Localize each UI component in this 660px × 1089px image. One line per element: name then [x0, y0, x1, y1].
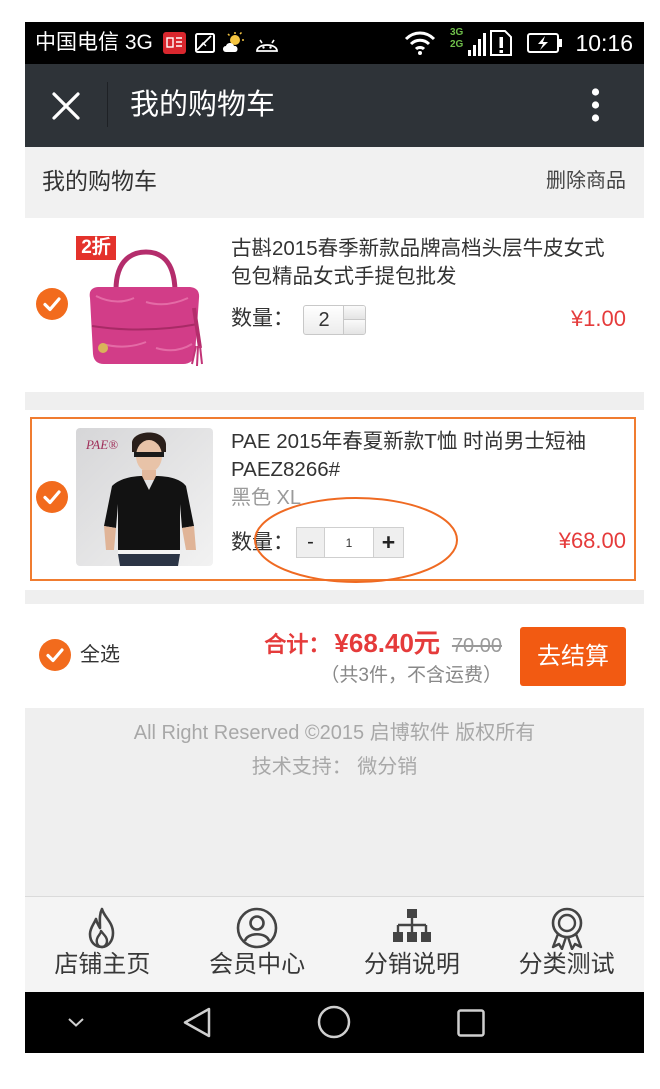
quantity-label: 数量：: [231, 307, 294, 330]
org-chart-icon: [392, 909, 431, 942]
nav-item-distribution-info[interactable]: 分销说明: [335, 897, 490, 992]
title-divider: [107, 82, 108, 127]
more-vertical-icon[interactable]: [591, 88, 600, 122]
item-checkbox[interactable]: [36, 481, 68, 513]
nav-item-member-center[interactable]: 会员中心: [180, 897, 335, 992]
wifi-icon: [404, 31, 436, 55]
product-variant: 黑色 XL: [231, 487, 302, 509]
item-price: ¥68.00: [558, 528, 626, 553]
award-icon: [551, 907, 582, 950]
back-icon[interactable]: [183, 1007, 211, 1038]
sim-alert-icon: [490, 30, 512, 56]
bottom-nav: 店铺主页 会员中心 分销说明 分类测试: [25, 896, 644, 992]
select-all-label[interactable]: 全选: [80, 641, 120, 669]
delete-items-button[interactable]: 删除商品: [546, 147, 626, 215]
checkout-button[interactable]: 去结算: [520, 627, 626, 686]
nav-label: 会员中心: [209, 951, 306, 978]
product-title[interactable]: 古斟2015春季新款品牌高档头层牛皮女式包包精品女式手提包批发: [231, 235, 615, 291]
battery-charging-icon: [527, 33, 562, 53]
quantity-label: 数量：: [231, 531, 294, 554]
chevron-down-icon[interactable]: [68, 1018, 84, 1027]
quantity-input[interactable]: [304, 306, 344, 334]
item-checkbox[interactable]: [36, 288, 68, 320]
support-text: 技术支持： 微分销: [251, 756, 418, 778]
nav-label: 分销说明: [363, 951, 460, 978]
footer: All Right Reserved ©2015 启博软件 版权所有 技术支持：…: [25, 708, 644, 896]
copyright-text: All Right Reserved ©2015 启博软件 版权所有: [133, 722, 536, 744]
status-bar: 中国电信 3G 3G 2G 10:16: [25, 22, 644, 64]
network-primary-label: 3G: [450, 27, 464, 38]
nav-item-shop-home[interactable]: 店铺主页: [25, 897, 180, 992]
gallery-icon: [195, 33, 215, 53]
android-icon: [256, 39, 278, 52]
network-secondary-label: 2G: [450, 39, 464, 50]
quantity-spinner: [303, 305, 366, 335]
cart-header: 我的购物车 删除商品: [25, 147, 644, 218]
user-circle-icon: [236, 907, 278, 949]
clock: 10:16: [575, 30, 633, 56]
total-label: 合计：: [264, 632, 331, 657]
close-icon[interactable]: [52, 92, 80, 120]
nav-item-category-test[interactable]: 分类测试: [489, 897, 644, 992]
quantity-input[interactable]: [324, 527, 374, 558]
page-title: 我的购物车: [130, 89, 276, 121]
decrement-button[interactable]: -: [296, 527, 324, 558]
product-image[interactable]: PAE®: [76, 428, 213, 566]
system-nav-bar: [25, 992, 644, 1053]
increment-button[interactable]: [344, 306, 365, 320]
nav-label: 店铺主页: [54, 951, 151, 978]
item-price: ¥1.00: [570, 306, 626, 331]
quantity-stepper: - +: [296, 527, 404, 558]
total-note: （共3件，不含运费）: [320, 665, 502, 686]
signal-icon: [468, 33, 486, 56]
total-amount: ¥68.40元: [334, 628, 440, 658]
select-all-checkbox[interactable]: [39, 639, 71, 671]
increment-button[interactable]: +: [374, 527, 404, 558]
title-bar: 我的购物车: [25, 64, 644, 147]
carrier-label: 中国电信 3G: [35, 31, 153, 54]
nav-label: 分类测试: [518, 951, 615, 978]
cart-item: PAE® PAE 2015年春夏新款T恤 时尚男士短袖 PAEZ8266# 黑色…: [25, 410, 644, 590]
spin-buttons: [343, 306, 365, 334]
news-notification-icon: [163, 32, 186, 54]
recents-icon[interactable]: [457, 1009, 485, 1037]
phone-screen: 中国电信 3G 3G 2G 10:16 我的购物车 我的购物车 删除商品 2折 …: [25, 22, 644, 1053]
original-total: 70.00: [451, 635, 502, 657]
product-title[interactable]: PAE 2015年春夏新款T恤 时尚男士短袖 PAEZ8266#: [231, 428, 615, 484]
home-icon[interactable]: [317, 1005, 351, 1039]
discount-badge: 2折: [76, 236, 116, 260]
cart-summary: 全选 合计： ¥68.40元 70.00 （共3件，不含运费） 去结算: [25, 604, 644, 708]
cart-title: 我的购物车: [42, 168, 157, 194]
brand-logo: PAE®: [85, 437, 118, 452]
cart-item: 2折 古斟2015春季新款品牌高档头层牛皮女式包包精品女式手提包批发 数量： ¥…: [25, 218, 644, 392]
flame-icon: [89, 907, 115, 949]
weather-icon: [223, 32, 244, 52]
total-block: 合计： ¥68.40元 70.00 （共3件，不含运费）: [264, 623, 502, 691]
decrement-button[interactable]: [344, 320, 365, 334]
